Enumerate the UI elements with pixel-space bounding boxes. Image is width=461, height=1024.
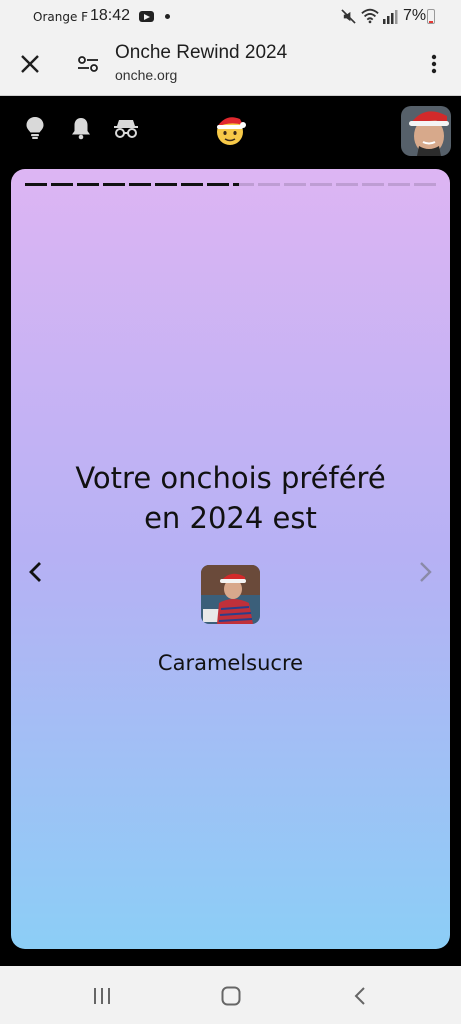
progress-segment [362, 183, 385, 186]
close-icon [21, 55, 39, 73]
story-progress-bar [25, 183, 436, 186]
previous-story-chevron-icon[interactable] [24, 559, 48, 585]
story-headline: Votre onchois préféré en 2024 est [11, 458, 450, 538]
carrier-name: Orange F [33, 10, 89, 24]
progress-segment [310, 183, 333, 186]
system-navigation-bar [0, 966, 461, 1024]
notifications-bell-icon[interactable] [68, 115, 94, 141]
site-settings-button[interactable] [72, 48, 104, 80]
page-title: Onche Rewind 2024 [115, 42, 288, 63]
battery-icon [427, 9, 435, 24]
back-chevron-icon [354, 987, 365, 1005]
youtube-notification-icon [139, 11, 154, 22]
progress-segment-current [232, 183, 255, 186]
progress-segment [128, 183, 151, 186]
progress-segment [258, 183, 281, 186]
status-time: 18:42 [90, 7, 131, 24]
progress-segment [180, 183, 203, 186]
progress-segment [206, 183, 229, 186]
site-header [0, 97, 461, 163]
signal-icon [383, 10, 398, 24]
headline-line-1: Votre onchois préféré [75, 461, 386, 495]
progress-segment [102, 183, 125, 186]
progress-segment [284, 183, 307, 186]
progress-segment [388, 183, 411, 186]
page-url: onche.org [115, 67, 178, 83]
close-tab-button[interactable] [14, 48, 46, 80]
progress-segment [336, 183, 359, 186]
favorite-user-avatar[interactable] [201, 565, 260, 624]
tune-icon [78, 56, 98, 72]
recent-apps-icon [94, 988, 110, 1004]
progress-segment [154, 183, 177, 186]
headline-line-2: en 2024 est [144, 501, 317, 535]
rewind-story-card[interactable]: Votre onchois préféré en 2024 est Carame… [11, 169, 450, 949]
incognito-icon[interactable] [113, 115, 139, 141]
battery-percentage: 7% [403, 7, 427, 24]
progress-segment [76, 183, 99, 186]
favorite-user-name[interactable]: Caramelsucre [11, 651, 450, 675]
status-bar: Orange F 18:42 7% [0, 0, 461, 34]
home-icon [221, 986, 241, 1006]
lightbulb-icon[interactable] [22, 115, 48, 141]
progress-segment [25, 183, 47, 186]
more-options-button[interactable] [418, 48, 450, 80]
more-vert-icon [431, 54, 437, 74]
wifi-icon [361, 8, 379, 24]
user-avatar[interactable] [401, 106, 451, 156]
back-button[interactable] [340, 980, 380, 1012]
santa-smiley-logo-icon[interactable] [212, 111, 248, 147]
home-button[interactable] [211, 980, 251, 1012]
more-notifications-dot-icon [165, 14, 170, 19]
progress-segment [414, 183, 436, 186]
progress-segment [50, 183, 73, 186]
custom-tab-toolbar: Onche Rewind 2024 onche.org [0, 34, 461, 96]
recent-apps-button[interactable] [82, 980, 122, 1012]
mute-icon [341, 9, 356, 24]
next-story-chevron-icon[interactable] [413, 559, 437, 585]
